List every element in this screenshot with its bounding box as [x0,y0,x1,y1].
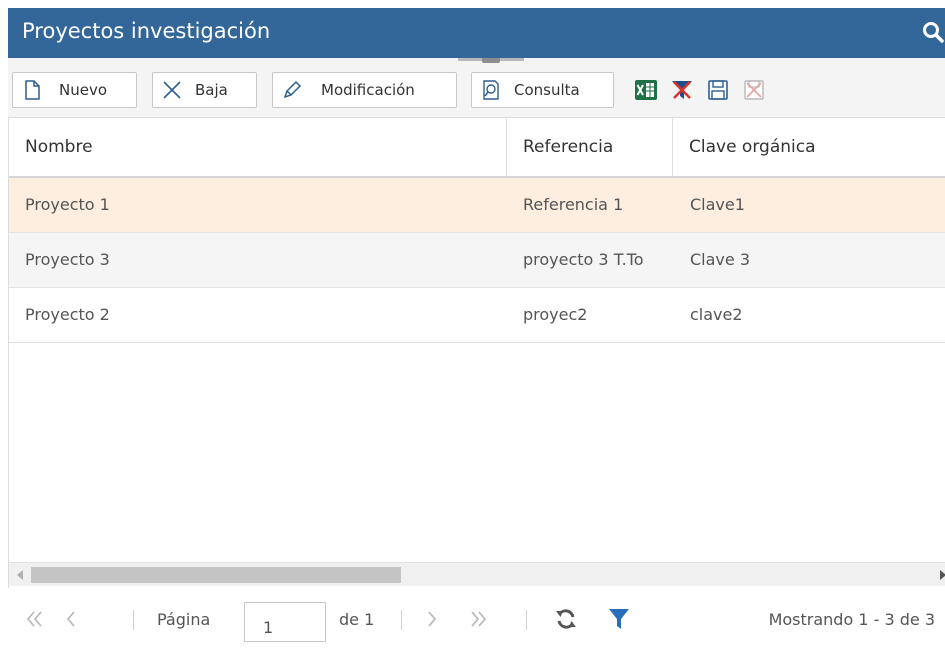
clear-filter-button[interactable] [664,72,700,108]
prev-page-button[interactable] [56,604,86,634]
scroll-left-icon[interactable] [17,570,23,580]
next-page-button[interactable] [417,604,447,634]
chevron-left-icon [66,611,75,627]
pager-separator [526,610,527,630]
page-number-input[interactable] [244,602,326,642]
cell-referencia: proyec2 [523,305,588,324]
excel-export-icon [635,80,657,100]
scrollbar-thumb[interactable] [31,567,401,583]
modificacion-button[interactable]: Modificación [272,72,457,108]
nuevo-button[interactable]: Nuevo [12,72,137,108]
double-chevron-left-icon [26,611,42,627]
cell-referencia: Referencia 1 [523,195,624,214]
records-status: Mostrando 1 - 3 de 3 [768,610,935,629]
chevron-right-icon [428,611,437,627]
nuevo-label: Nuevo [59,81,108,99]
consulta-label: Consulta [514,81,580,99]
save-button[interactable] [700,72,736,108]
clear-save-icon [744,80,764,100]
total-pages-label: de 1 [339,610,375,629]
column-header-referencia[interactable]: Referencia [507,118,673,176]
baja-label: Baja [195,81,228,99]
refresh-icon [556,609,576,629]
page-label: Página [157,610,211,629]
cell-nombre: Proyecto 2 [25,305,110,324]
delete-x-icon [161,79,183,101]
last-page-button[interactable] [463,604,493,634]
column-header-clave-organica[interactable]: Clave orgánica [673,118,945,176]
first-page-button[interactable] [20,604,50,634]
table-row[interactable]: Proyecto 1 Referencia 1 Clave1 [9,178,945,233]
pager-separator [133,610,134,630]
consulta-button[interactable]: Consulta [471,72,614,108]
filter-icon [609,609,629,629]
save-icon [708,80,728,100]
filter-button[interactable] [604,604,634,634]
data-grid: Nombre Referencia Clave orgánica Proyect… [8,118,945,588]
pencil-icon [281,79,303,101]
window-title: Proyectos investigación [22,19,271,43]
excel-export-button[interactable] [628,72,664,108]
pager: Página de 1 Mostrando 1 - 3 de 3 [8,588,945,650]
cell-nombre: Proyecto 3 [25,250,110,269]
scroll-right-icon[interactable] [940,570,945,580]
cell-referencia: proyecto 3 T.To [523,250,644,269]
search-document-icon [480,79,502,101]
toolbar: Nuevo Baja Modificación Consulta [8,58,945,118]
cell-clave: clave2 [690,305,743,324]
baja-button[interactable]: Baja [152,72,257,108]
double-chevron-right-icon [471,611,487,627]
table-row[interactable]: Proyecto 3 proyecto 3 T.To Clave 3 [9,233,945,288]
search-icon[interactable] [921,20,945,44]
resize-grip[interactable] [458,58,524,63]
horizontal-scrollbar[interactable] [9,562,945,586]
pager-separator [401,610,402,630]
title-bar: Proyectos investigación [8,8,945,58]
cell-clave: Clave 3 [690,250,750,269]
grid-header: Nombre Referencia Clave orgánica [9,118,945,178]
clear-filter-icon [672,81,692,99]
cell-clave: Clave1 [690,195,745,214]
cell-nombre: Proyecto 1 [25,195,110,214]
column-header-nombre[interactable]: Nombre [9,118,507,176]
clear-save-button[interactable] [736,72,772,108]
modificacion-label: Modificación [321,81,415,99]
refresh-button[interactable] [551,604,581,634]
new-document-icon [21,79,43,101]
table-row[interactable]: Proyecto 2 proyec2 clave2 [9,288,945,343]
